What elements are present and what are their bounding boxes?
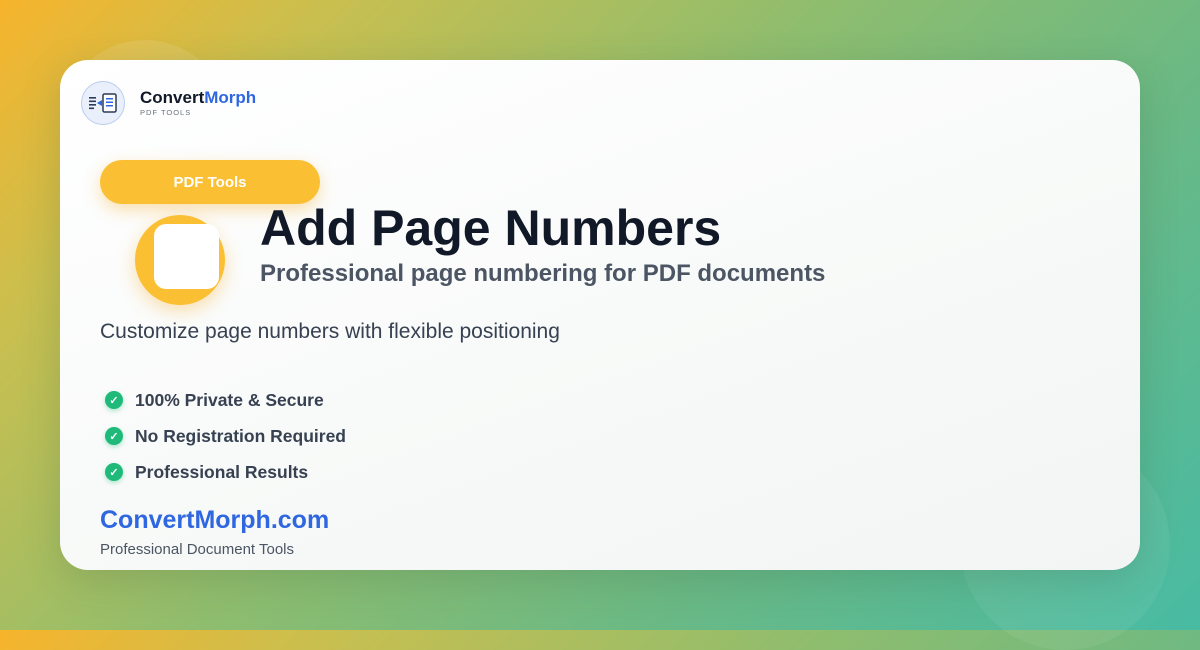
brand-name-primary: Convert <box>140 88 205 107</box>
check-circle-icon: ✓ <box>105 391 123 409</box>
feature-label: Professional Results <box>135 461 309 482</box>
feature-item: ✓ No Registration Required <box>105 418 346 454</box>
page-title: Add Page Numbers <box>260 200 722 256</box>
check-circle-icon: ✓ <box>105 427 123 445</box>
feature-item: ✓ Professional Results <box>105 454 346 490</box>
brand-name-accent: Morph <box>204 88 257 107</box>
brand-subtitle: PDF TOOLS <box>140 108 192 117</box>
check-circle-icon: ✓ <box>105 463 123 481</box>
brand-name: ConvertMorph <box>140 89 256 107</box>
page-number-icon <box>135 215 225 305</box>
site-tagline: Professional Document Tools <box>100 541 294 558</box>
document-convert-icon <box>81 81 125 125</box>
feature-label: 100% Private & Secure <box>135 389 324 410</box>
feature-item: ✓ 100% Private & Secure <box>105 382 346 418</box>
page-subtitle: Professional page numbering for PDF docu… <box>260 260 826 287</box>
feature-list: ✓ 100% Private & Secure ✓ No Registratio… <box>105 382 346 490</box>
brand-header[interactable]: ConvertMorph PDF TOOLS <box>81 81 256 125</box>
feature-label: No Registration Required <box>135 425 346 446</box>
tool-icon-tile <box>154 224 219 289</box>
tool-description: Customize page numbers with flexible pos… <box>100 320 560 343</box>
site-link[interactable]: ConvertMorph.com <box>100 506 329 535</box>
share-card: ConvertMorph PDF TOOLS PDF Tools Add Pag… <box>60 60 1140 570</box>
